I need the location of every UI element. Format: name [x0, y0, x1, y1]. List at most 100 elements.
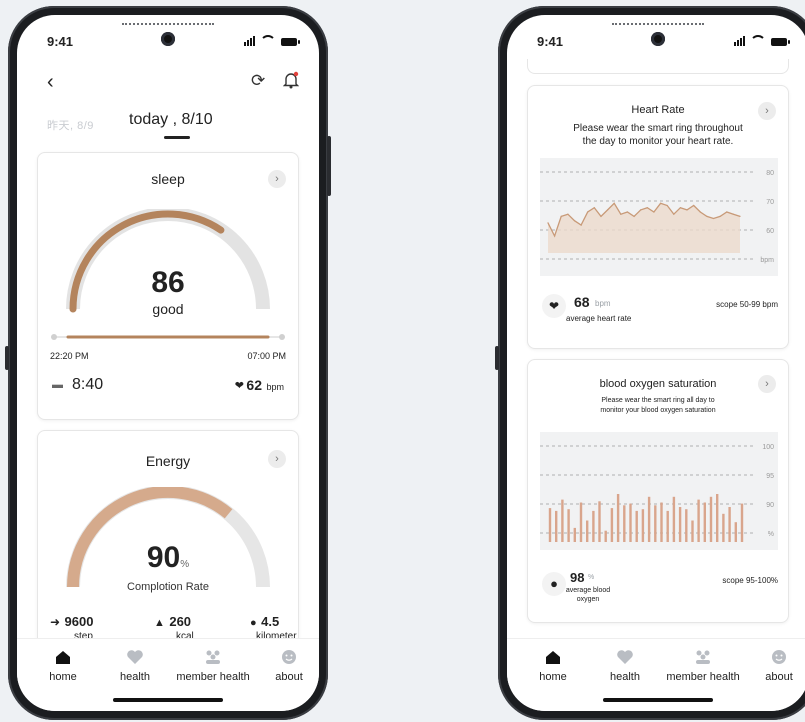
oxygen-bar	[561, 499, 564, 542]
energy-value-wrap: 90%	[38, 541, 298, 575]
nav-home-label: home	[49, 671, 77, 683]
heart-rate-point	[739, 215, 741, 217]
oxygen-bar	[734, 522, 737, 542]
previous-card-edge	[527, 59, 789, 74]
sleep-card[interactable]: sleep › 86 good 22:20 PM 07:00 PM ▬ 8:40…	[37, 152, 299, 420]
date-active-indicator	[164, 136, 190, 139]
oxygen-bar	[610, 508, 614, 542]
oxygen-bar	[623, 505, 626, 542]
energy-unit: %	[180, 559, 190, 570]
heart-rate-point	[593, 207, 595, 209]
heart-rate-point	[626, 211, 629, 213]
heart-icon	[617, 650, 633, 664]
sleep-chevron-icon[interactable]: ›	[268, 170, 286, 188]
heart-rate-chevron-icon[interactable]: ›	[758, 102, 776, 120]
date-current-tab[interactable]: today , 8/10	[129, 111, 213, 129]
refresh-icon[interactable]: ⟳	[251, 71, 265, 91]
nav-member-health[interactable]: member health	[663, 649, 743, 683]
oxygen-bar	[672, 496, 676, 542]
nav-home[interactable]: home	[23, 649, 103, 683]
heart-avg-label: average heart rate	[566, 314, 632, 323]
oxygen-bar	[728, 507, 731, 542]
heart-rate-point	[640, 209, 642, 211]
nav-about[interactable]: about	[739, 649, 805, 683]
signal-icon	[244, 36, 255, 46]
wifi-icon	[260, 35, 276, 46]
phone-left: 9:41 ‹ ⟳ 昨天, 8/9 today , 8/10 sleep › 86…	[5, 6, 331, 720]
back-arrow-icon[interactable]: ‹	[47, 71, 54, 94]
oxygen-bar	[592, 510, 595, 542]
heart-icon	[127, 650, 143, 664]
nav-about[interactable]: about	[249, 649, 319, 683]
front-camera	[161, 32, 175, 46]
oxygen-bar	[573, 527, 576, 542]
flame-icon: ▲	[154, 617, 165, 629]
heart-avg-unit: bpm	[595, 299, 611, 308]
oxygen-bar	[685, 509, 688, 542]
oxygen-bar	[678, 507, 682, 542]
heart-rate-point	[732, 213, 734, 215]
y-tick-label: %	[768, 531, 774, 538]
sleep-score: 86	[151, 266, 185, 299]
nav-home[interactable]: home	[513, 649, 593, 683]
sleep-timeline	[51, 334, 285, 340]
y-tick-label: 95	[766, 473, 774, 480]
smile-icon	[772, 650, 786, 664]
nav-about-label: about	[275, 671, 303, 683]
location-icon: ●	[250, 617, 257, 629]
energy-card[interactable]: Energy › 90% Complotion Rate ➜ 9600 step…	[37, 430, 299, 662]
oxygen-scope: scope 95-100%	[722, 576, 778, 585]
sleep-end-time: 07:00 PM	[247, 351, 286, 361]
blood-oxygen-card[interactable]: blood oxygen saturation › Please wear th…	[527, 359, 789, 623]
nav-health[interactable]: health	[585, 649, 665, 683]
oxygen-bar	[660, 502, 663, 542]
nav-member-health[interactable]: member health	[173, 649, 253, 683]
heart-rate-chart: 80 70 60 bpm	[540, 158, 778, 276]
oxygen-bar	[641, 509, 645, 542]
steps-value: 9600	[64, 614, 94, 629]
sleep-heart-rate: 62	[246, 377, 262, 393]
home-icon	[546, 651, 560, 664]
heart-scope: scope 50-99 bpm	[716, 300, 778, 309]
oxygen-title: blood oxygen saturation	[599, 378, 717, 390]
battery-icon	[281, 38, 300, 46]
energy-value: 90	[146, 541, 181, 574]
oxygen-bar	[629, 503, 632, 542]
oxygen-bar	[709, 496, 713, 542]
nav-about-label: about	[765, 671, 793, 683]
heart-rate-point	[554, 235, 556, 237]
bed-icon: ▬	[52, 379, 63, 391]
oxygen-bar	[654, 505, 657, 542]
heart-rate-point	[547, 222, 549, 224]
heart-rate-point	[673, 213, 675, 215]
sleep-duration: 8:40	[72, 376, 104, 393]
members-icon	[206, 650, 220, 664]
bottom-nav: home health member health about	[17, 638, 319, 711]
oxygen-chevron-icon[interactable]: ›	[758, 375, 776, 393]
oxygen-bar	[567, 509, 570, 542]
date-prev-tab[interactable]: 昨天, 8/9	[47, 117, 94, 133]
y-tick-label: 70	[766, 199, 774, 206]
nav-health[interactable]: health	[95, 649, 175, 683]
screen-left: 9:41 ‹ ⟳ 昨天, 8/9 today , 8/10 sleep › 86…	[17, 15, 319, 711]
distance-value: 4.5	[261, 614, 280, 629]
heart-rate-point	[706, 215, 708, 217]
heart-rate-desc-2: the day to monitor your heart rate.	[582, 136, 734, 147]
heart-rate-point	[580, 224, 582, 226]
heart-monitor-icon: ❤	[542, 294, 566, 318]
side-button	[327, 136, 331, 196]
heart-rate-point	[719, 215, 721, 217]
phone-right: 9:41 Heart Rate › Please wear the smart …	[495, 6, 805, 720]
heart-avg-value: 68	[574, 294, 590, 310]
oxygen-bar	[647, 496, 651, 542]
status-bar: 9:41	[17, 29, 319, 53]
oxygen-bar	[548, 508, 552, 542]
y-tick-label: 60	[766, 228, 774, 235]
oxygen-bar	[722, 513, 725, 542]
notification-bell-icon[interactable]	[282, 71, 300, 94]
energy-chevron-icon[interactable]: ›	[268, 450, 286, 468]
home-indicator	[113, 698, 223, 702]
heart-rate-card[interactable]: Heart Rate › Please wear the smart ring …	[527, 85, 789, 349]
oxygen-avg-label: average blood oxygen	[558, 586, 618, 604]
heart-rate-point	[646, 207, 648, 209]
